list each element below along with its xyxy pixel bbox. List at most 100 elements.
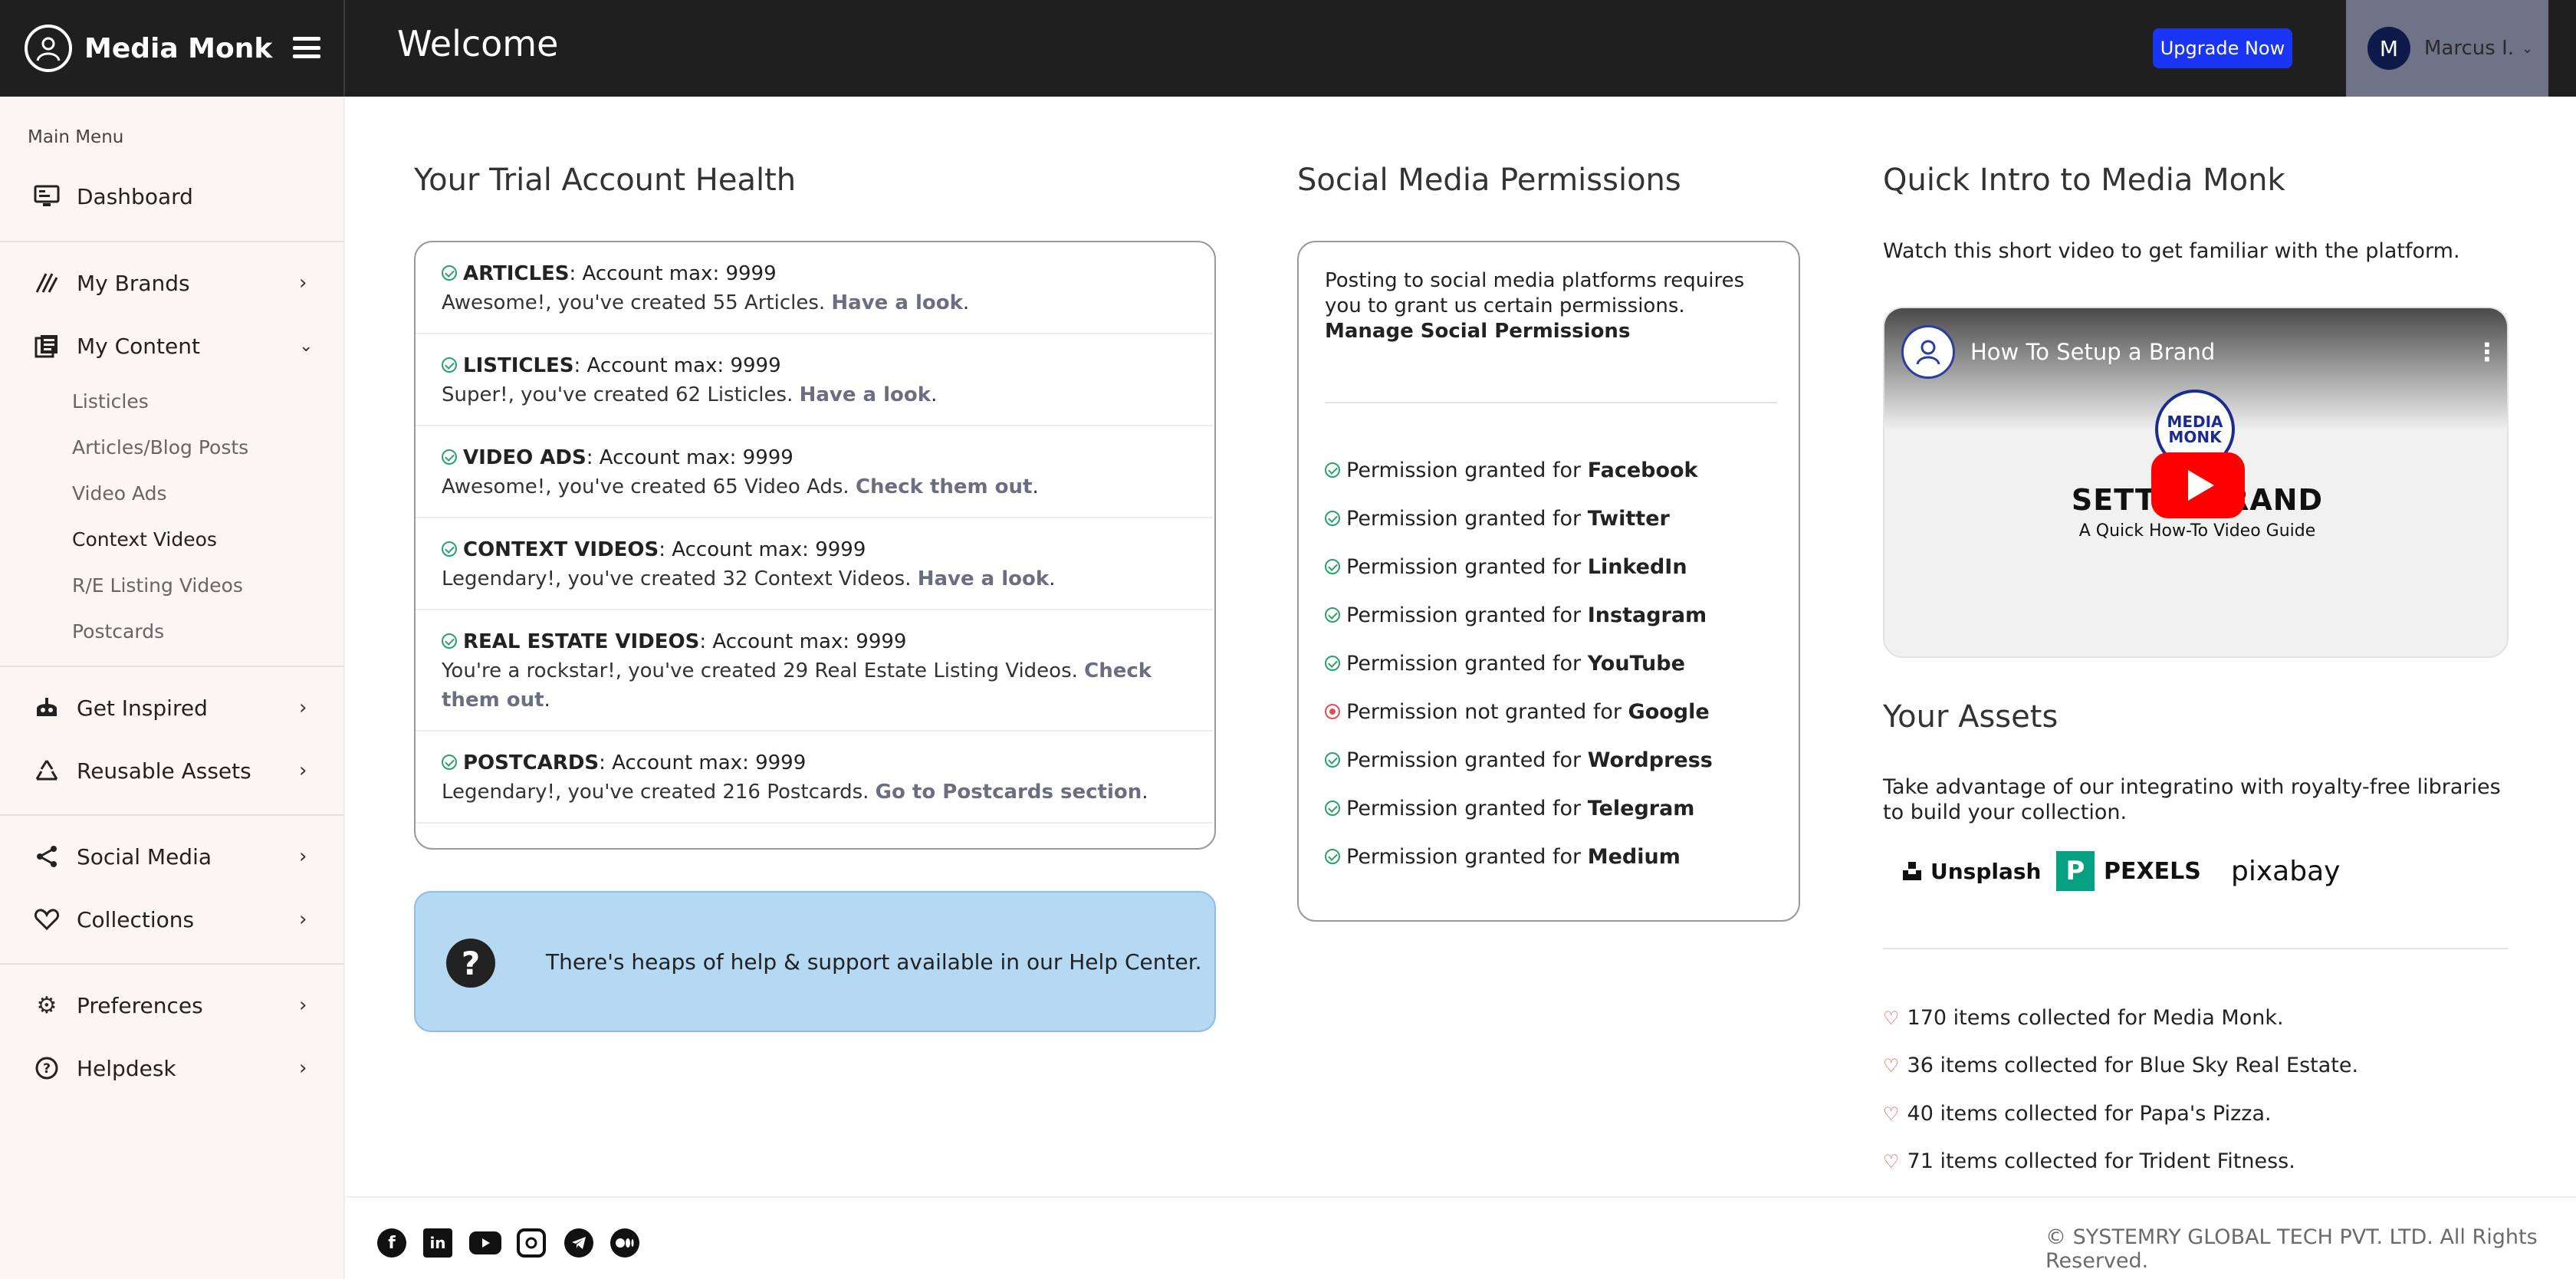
sidebar-item-social-media[interactable]: Social Media › xyxy=(0,830,343,883)
perm-text: Permission granted for xyxy=(1346,507,1588,531)
help-center-banner[interactable]: ? There's heaps of help & support availa… xyxy=(414,891,1216,1032)
intro-text: Posting to social media platforms requir… xyxy=(1325,269,1745,317)
recycle-icon xyxy=(32,756,61,785)
perm-platform: Instagram xyxy=(1587,603,1707,627)
play-button-icon[interactable] xyxy=(2151,452,2245,518)
perm-text: Permission granted for xyxy=(1346,797,1588,820)
sidebar-item-my-content[interactable]: My Content ⌄ xyxy=(0,319,343,373)
sidebar-subitem-video-ads[interactable]: Video Ads xyxy=(72,482,167,505)
instagram-icon[interactable] xyxy=(517,1228,546,1258)
row-name: ARTICLES xyxy=(463,262,570,285)
heart-icon: ♡ xyxy=(1883,1103,1900,1125)
punct: . xyxy=(1032,475,1039,498)
sidebar-item-get-inspired[interactable]: Get Inspired › xyxy=(0,681,343,735)
sidebar-item-label: Reusable Assets xyxy=(77,758,251,784)
collection-text: 71 items collected for Trident Fitness. xyxy=(1907,1149,2295,1173)
check-icon xyxy=(1325,800,1340,816)
collection-text: 36 items collected for Blue Sky Real Est… xyxy=(1907,1054,2359,1077)
more-vertical-icon[interactable]: ⋮ xyxy=(2475,337,2499,367)
sidebar-section-label: Main Menu xyxy=(28,127,124,147)
row-max: : Account max: 9999 xyxy=(599,751,807,774)
sidebar-item-helpdesk[interactable]: ? Helpdesk › xyxy=(0,1041,343,1095)
go-to-postcards-link[interactable]: Go to Postcards section xyxy=(876,781,1142,804)
sidebar-item-dashboard[interactable]: Dashboard xyxy=(0,169,343,223)
pexels-logo[interactable]: P PEXELS xyxy=(2056,850,2201,893)
heart-icon xyxy=(32,905,61,934)
telegram-icon[interactable] xyxy=(564,1228,593,1258)
collection-text: 40 items collected for Papa's Pizza. xyxy=(1907,1102,2272,1126)
intro-video[interactable]: How To Setup a Brand ⋮ MEDIA MONK SETTIN… xyxy=(1883,307,2509,658)
linkedin-icon[interactable]: in xyxy=(423,1228,452,1258)
divider xyxy=(1883,948,2509,949)
permission-item: Permission granted for Telegram xyxy=(1325,797,1694,820)
unsplash-logo[interactable]: Unsplash xyxy=(1901,850,2041,893)
row-msg: Legendary!, you've created 32 Context Vi… xyxy=(442,567,918,590)
row-msg: You're a rockstar!, you've created 29 Re… xyxy=(442,659,1085,682)
monitor-icon xyxy=(32,182,61,211)
have-a-look-link[interactable]: Have a look xyxy=(800,383,931,406)
pixabay-logo[interactable]: pixabay xyxy=(2231,850,2340,893)
inspired-icon xyxy=(32,693,61,722)
health-row-listicles: LISTICLES: Account max: 9999 Super!, you… xyxy=(416,334,1213,426)
sidebar-subitem-articles[interactable]: Articles/Blog Posts xyxy=(72,436,248,459)
sidebar-item-preferences[interactable]: ⚙ Preferences › xyxy=(0,978,343,1032)
svg-text:?: ? xyxy=(43,1061,51,1077)
row-msg: Awesome!, you've created 55 Articles. xyxy=(442,291,832,314)
sidebar-subitem-postcards[interactable]: Postcards xyxy=(72,620,164,643)
chevron-right-icon: › xyxy=(299,845,307,868)
collection-item: ♡ 170 items collected for Media Monk. xyxy=(1883,1006,2284,1030)
check-icon xyxy=(1325,462,1340,478)
perm-text: Permission granted for xyxy=(1346,845,1588,869)
row-msg: Awesome!, you've created 65 Video Ads. xyxy=(442,475,856,498)
check-icon xyxy=(442,449,457,465)
row-name: REAL ESTATE VIDEOS xyxy=(463,630,700,653)
sidebar-subitem-re-listing-videos[interactable]: R/E Listing Videos xyxy=(72,574,243,597)
sidebar-subitem-context-videos[interactable]: Context Videos xyxy=(72,528,217,551)
sidebar-item-label: My Content xyxy=(77,333,200,359)
have-a-look-link[interactable]: Have a look xyxy=(918,567,1049,590)
check-them-out-link[interactable]: Check them out xyxy=(856,475,1033,498)
check-icon xyxy=(1325,558,1340,574)
permission-item: Permission granted for Facebook xyxy=(1325,459,1698,482)
avatar: M xyxy=(2367,27,2410,70)
permission-item: Permission granted for LinkedIn xyxy=(1325,555,1687,579)
chevron-right-icon: › xyxy=(299,696,307,719)
row-msg: Legendary!, you've created 216 Postcards… xyxy=(442,781,876,804)
punct: . xyxy=(931,383,938,406)
perm-text: Permission granted for xyxy=(1346,748,1588,772)
collection-item: ♡ 36 items collected for Blue Sky Real Es… xyxy=(1883,1054,2358,1077)
sidebar-item-my-brands[interactable]: My Brands › xyxy=(0,256,343,310)
manage-permissions-link[interactable]: Manage Social Permissions xyxy=(1325,320,1630,343)
question-icon: ? xyxy=(446,939,495,988)
gear-icon: ⚙ xyxy=(36,991,58,1019)
sidebar-subitem-listicles[interactable]: Listicles xyxy=(72,390,149,413)
perm-platform: Twitter xyxy=(1587,507,1670,531)
sidebar-item-collections[interactable]: Collections › xyxy=(0,893,343,946)
chevron-right-icon: › xyxy=(299,1057,307,1080)
row-name: CONTEXT VIDEOS xyxy=(463,538,659,561)
chevron-right-icon: › xyxy=(299,271,307,294)
sidebar-item-label: Helpdesk xyxy=(77,1055,176,1081)
check-icon xyxy=(442,357,457,373)
user-menu[interactable]: M Marcus I. ⌄ xyxy=(2346,0,2548,97)
perm-platform: LinkedIn xyxy=(1587,555,1687,579)
facebook-icon[interactable]: f xyxy=(377,1228,406,1258)
divider xyxy=(0,814,343,816)
health-row-articles: ARTICLES: Account max: 9999 Awesome!, yo… xyxy=(416,242,1213,334)
have-a-look-link[interactable]: Have a look xyxy=(831,291,962,314)
permissions-card: Posting to social media platforms requir… xyxy=(1297,241,1800,922)
check-icon xyxy=(1325,510,1340,526)
perm-text: Permission not granted for xyxy=(1346,700,1628,724)
hamburger-menu-icon[interactable] xyxy=(293,32,320,63)
assets-text: Take advantage of our integratino with r… xyxy=(1883,775,2501,824)
permission-item: Permission granted for Medium xyxy=(1325,845,1681,869)
check-icon xyxy=(1325,607,1340,623)
punct: . xyxy=(1142,781,1148,804)
check-icon xyxy=(442,541,457,557)
medium-icon[interactable] xyxy=(610,1228,639,1258)
page-title: Welcome xyxy=(397,23,559,64)
sidebar-item-reusable-assets[interactable]: Reusable Assets › xyxy=(0,744,343,797)
row-max: : Account max: 9999 xyxy=(569,262,777,285)
youtube-icon[interactable] xyxy=(469,1231,501,1254)
upgrade-now-button[interactable]: Upgrade Now xyxy=(2153,28,2292,68)
